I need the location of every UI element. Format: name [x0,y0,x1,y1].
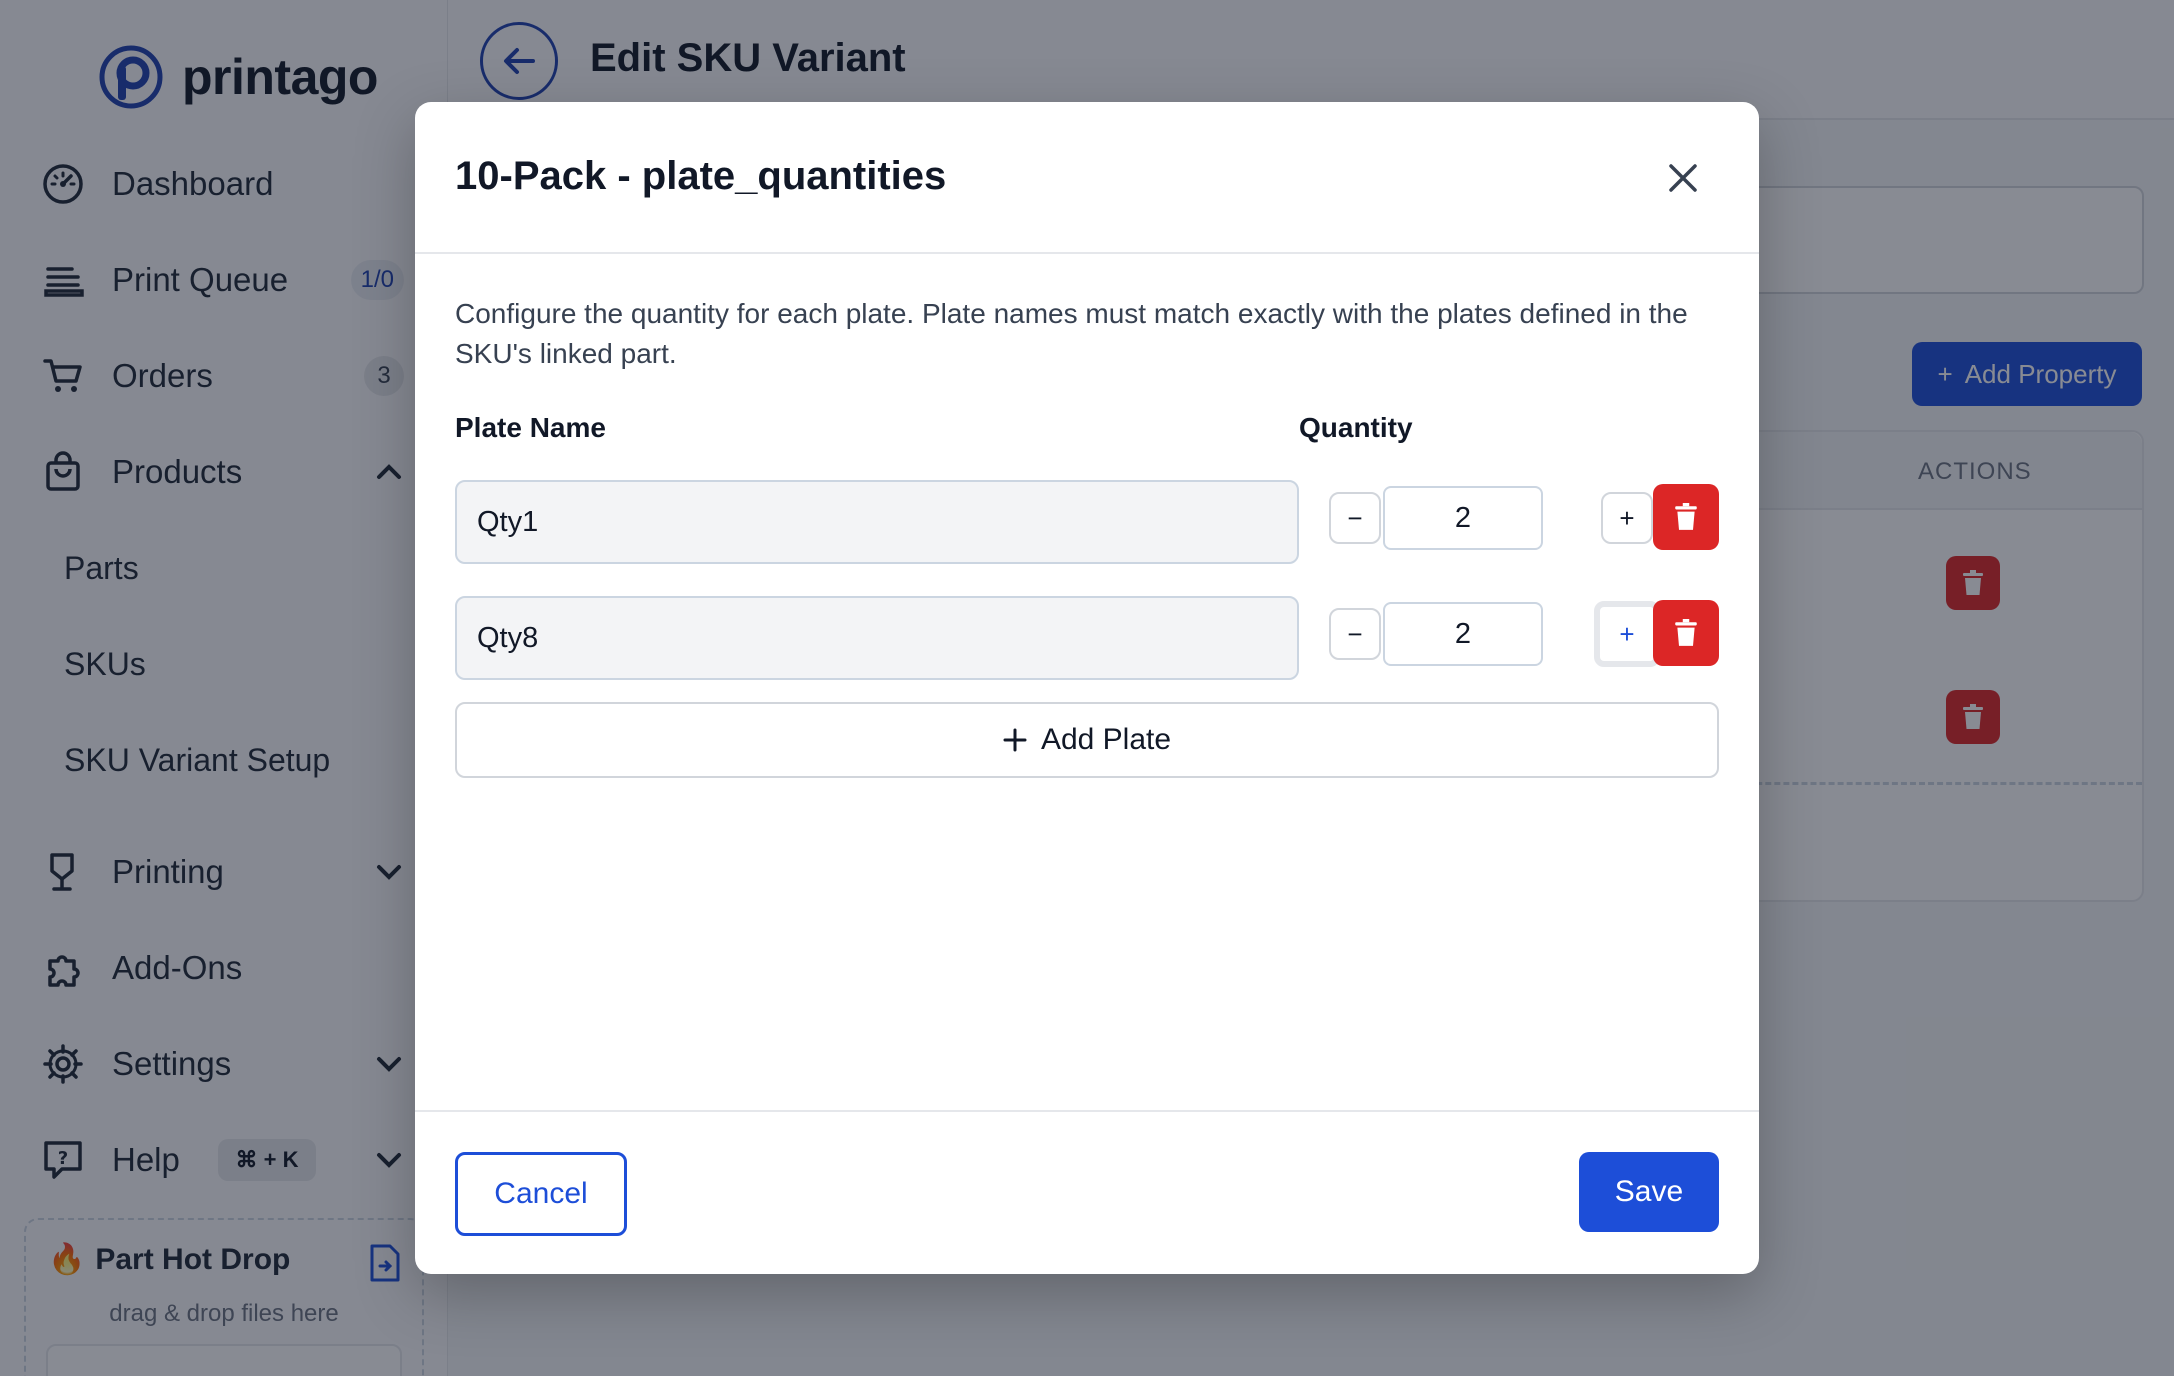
trash-icon [1675,503,1697,530]
plate-quantities-modal: 10-Pack - plate_quantities Configure the… [415,102,1759,1274]
plate-name-column-label: Plate Name [455,412,606,443]
trash-icon [1675,619,1697,646]
save-button[interactable]: Save [1579,1152,1719,1232]
plate-name-input[interactable]: Qty8 [455,596,1299,680]
close-icon [1669,164,1697,192]
modal-title: 10-Pack - plate_quantities [455,154,947,198]
delete-plate-button[interactable] [1653,600,1719,666]
modal-description: Configure the quantity for each plate. P… [455,298,1688,369]
quantity-column-label: Quantity [1299,412,1413,443]
decrement-button[interactable]: − [1329,608,1381,660]
plate-name-input[interactable]: Qty1 [455,480,1299,564]
increment-button[interactable]: + [1594,601,1660,667]
increment-button[interactable]: + [1601,492,1653,544]
cancel-button[interactable]: Cancel [455,1152,627,1236]
delete-plate-button[interactable] [1653,484,1719,550]
add-plate-button[interactable]: Add Plate [455,702,1719,778]
modal-footer: Cancel Save [415,1110,1759,1274]
plus-icon [1003,728,1027,752]
plate-row: Qty8 − 2 + [455,596,1719,680]
quantity-input[interactable]: 2 [1383,602,1543,666]
decrement-button[interactable]: − [1329,492,1381,544]
add-plate-label: Add Plate [1040,723,1172,756]
quantity-input[interactable]: 2 [1383,486,1543,550]
plate-row: Qty1 − 2 + [455,480,1719,564]
close-button[interactable] [1663,158,1703,198]
modal-header: 10-Pack - plate_quantities [415,102,1759,254]
